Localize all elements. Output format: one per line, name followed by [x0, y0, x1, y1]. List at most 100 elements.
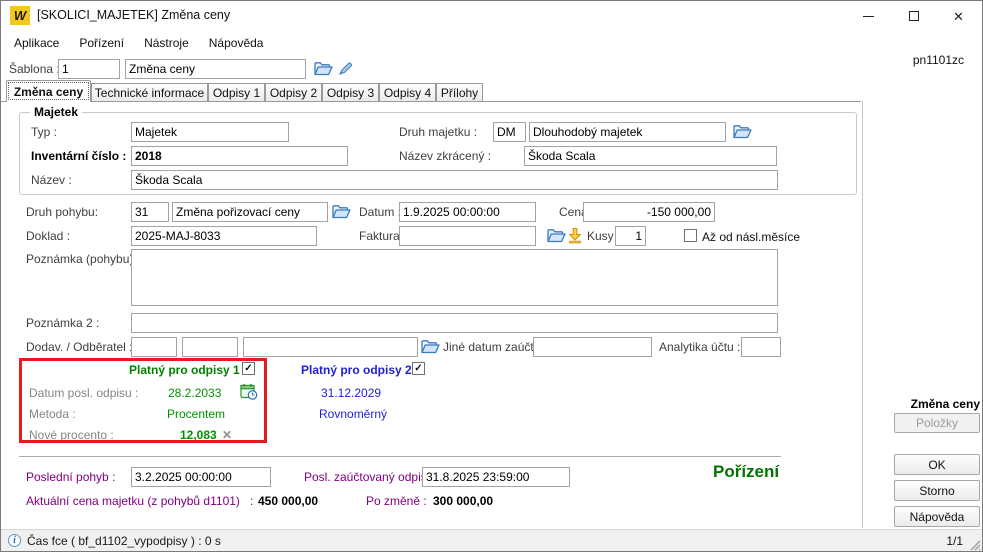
tab-label: Odpisy 4: [384, 86, 431, 100]
current-price-value: 450 000,00: [258, 494, 318, 508]
last-movement-label: Poslední pohyb :: [26, 470, 115, 484]
tab-odpisy-1[interactable]: Odpisy 1: [208, 83, 265, 101]
asset-kind-label: Druh majetku :: [399, 125, 477, 139]
note-textarea[interactable]: [131, 249, 778, 306]
cancel-button[interactable]: Storno: [894, 480, 980, 501]
menu-nastroje[interactable]: Nástroje: [134, 33, 199, 53]
items-button: Položky: [894, 413, 980, 433]
close-icon: ✕: [953, 10, 964, 23]
type-label: Typ :: [31, 125, 57, 139]
depreciation2-checkbox[interactable]: ✓: [412, 362, 425, 375]
download-arrow-icon[interactable]: [567, 227, 583, 244]
last-posted-depr-input[interactable]: [422, 467, 570, 487]
pieces-input[interactable]: [615, 226, 646, 246]
menu-napoveda[interactable]: Nápověda: [199, 33, 274, 53]
maximize-icon: [909, 11, 919, 21]
asset-kind-name-input[interactable]: [529, 122, 726, 142]
template-number-input[interactable]: [58, 59, 120, 79]
movement-kind-name-input[interactable]: [172, 202, 328, 222]
document-label: Doklad :: [26, 229, 70, 243]
open-folder-icon[interactable]: [420, 338, 440, 355]
content-right-divider: [862, 101, 863, 528]
tab-label: Odpisy 1: [213, 86, 260, 100]
next-month-label: Až od násl.měsíce: [702, 230, 800, 244]
open-folder-icon[interactable]: [732, 123, 752, 140]
resize-grip-icon[interactable]: [970, 540, 981, 551]
partner-name-input[interactable]: [243, 337, 418, 357]
open-folder-icon[interactable]: [331, 203, 351, 220]
after-change-label: Po změně :: [366, 494, 427, 508]
partner-code1-input[interactable]: [131, 337, 177, 357]
title-bar: W [SKOLICI_MAJETEK] Změna ceny ✕: [1, 1, 982, 31]
invoice-input[interactable]: [399, 226, 536, 246]
highlight-red-box: [19, 358, 267, 443]
current-price-label: Aktuální cena majetku (z pohybů d1101): [26, 494, 240, 508]
status-message: Čas fce ( bf_d1102_vypodpisy ) : 0 s: [27, 534, 221, 548]
edit-pencil-icon[interactable]: [337, 61, 354, 77]
minimize-icon: [863, 16, 874, 17]
tab-zmena-ceny[interactable]: Změna ceny: [6, 80, 91, 102]
form-code: pn1101zc: [862, 53, 964, 67]
help-button[interactable]: Nápověda: [894, 506, 980, 527]
depreciation2-date-value: 31.12.2029: [321, 386, 381, 400]
tab-odpisy-3[interactable]: Odpisy 3: [322, 83, 379, 101]
page-indicator: 1/1: [929, 534, 963, 548]
inventory-number-label: Inventární číslo :: [31, 149, 126, 163]
account-analytics-label: Analytika účtu :: [659, 340, 740, 354]
tab-odpisy-2[interactable]: Odpisy 2: [265, 83, 322, 101]
tab-label: Technické informace: [95, 86, 204, 100]
sidebar-panel-title: Změna ceny: [862, 397, 980, 411]
template-label: Šablona :: [9, 62, 60, 76]
status-text: Pořízení: [713, 462, 779, 482]
open-folder-icon[interactable]: [313, 60, 333, 77]
menu-porizeni[interactable]: Pořízení: [69, 33, 134, 53]
last-movement-input[interactable]: [131, 467, 271, 487]
depreciation2-header: Platný pro odpisy 2: [301, 363, 412, 377]
app-window: W [SKOLICI_MAJETEK] Změna ceny ✕ Aplikac…: [0, 0, 983, 552]
next-month-checkbox[interactable]: [684, 229, 697, 242]
ok-button[interactable]: OK: [894, 454, 980, 475]
asset-group-legend: Majetek: [30, 105, 82, 119]
current-price-colon: :: [250, 494, 253, 508]
other-posting-date-input[interactable]: [533, 337, 652, 357]
short-name-input[interactable]: [524, 146, 777, 166]
date-label: Datum :: [359, 205, 401, 219]
movement-kind-label: Druh pohybu:: [26, 205, 98, 219]
note2-label: Poznámka 2 :: [26, 316, 99, 330]
short-name-label: Název zkrácený :: [399, 149, 491, 163]
tab-label: Změna ceny: [14, 85, 83, 99]
menu-bar: Aplikace Pořízení Nástroje Nápověda: [1, 31, 982, 54]
tab-odpisy-4[interactable]: Odpisy 4: [379, 83, 436, 101]
menu-aplikace[interactable]: Aplikace: [4, 33, 69, 53]
tab-baseline: [1, 101, 861, 102]
note-label: Poznámka (pohybu) :: [26, 252, 140, 266]
app-logo-icon: W: [10, 6, 30, 25]
asset-kind-code-input[interactable]: [493, 122, 526, 142]
minimize-button[interactable]: [846, 1, 891, 31]
type-input[interactable]: [131, 122, 289, 142]
price-input[interactable]: [583, 202, 715, 222]
partner-code2-input[interactable]: [182, 337, 238, 357]
info-icon: i: [8, 534, 21, 547]
tab-label: Odpisy 3: [327, 86, 374, 100]
inventory-number-input[interactable]: [131, 146, 348, 166]
document-input[interactable]: [131, 226, 317, 246]
tab-technicke-informace[interactable]: Technické informace: [91, 83, 208, 101]
close-button[interactable]: ✕: [936, 1, 981, 31]
date-input[interactable]: [399, 202, 536, 222]
name-input[interactable]: [131, 170, 778, 190]
tab-label: Přílohy: [441, 86, 478, 100]
template-name-input[interactable]: [125, 59, 306, 79]
name-label: Název :: [31, 173, 72, 187]
tab-prilohy[interactable]: Přílohy: [436, 83, 483, 101]
window-title: [SKOLICI_MAJETEK] Změna ceny: [37, 8, 230, 22]
maximize-button[interactable]: [891, 1, 936, 31]
last-posted-depr-label: Posl. zaúčtovaný odpis :: [304, 470, 433, 484]
note2-input[interactable]: [131, 313, 778, 333]
open-folder-icon[interactable]: [546, 227, 566, 244]
after-change-value: 300 000,00: [433, 494, 493, 508]
tab-label: Odpisy 2: [270, 86, 317, 100]
partner-label: Dodav. / Odběratel :: [26, 340, 133, 354]
movement-kind-code-input[interactable]: [131, 202, 169, 222]
account-analytics-input[interactable]: [741, 337, 781, 357]
